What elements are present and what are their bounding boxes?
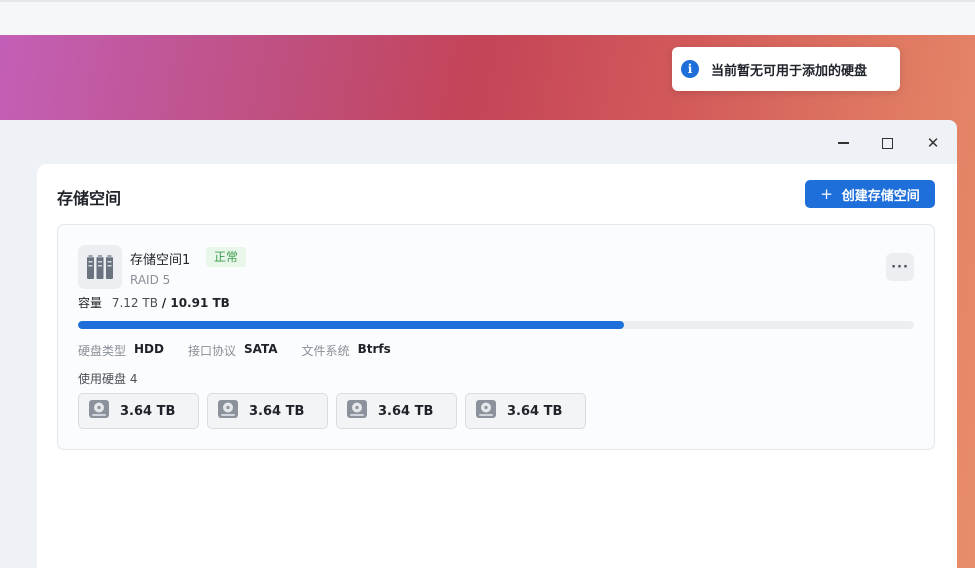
close-icon[interactable]: ✕	[922, 132, 944, 154]
capacity-row: 容量 7.12 TB / 10.91 TB	[78, 294, 230, 311]
disk-size: 3.64 TB	[120, 403, 176, 419]
hard-drive-icon	[88, 399, 110, 423]
disk-type-value: HDD	[134, 342, 164, 356]
maximize-icon[interactable]	[876, 132, 898, 154]
disk-item[interactable]: 3.64 TB	[78, 393, 199, 429]
filesystem-value: Btrfs	[357, 342, 391, 356]
capacity-label: 容量	[78, 296, 103, 310]
volume-properties: 硬盘类型 HDD 接口协议 SATA 文件系统 Btrfs	[78, 342, 415, 359]
plus-icon: +	[820, 185, 833, 203]
storage-volume-card[interactable]: 存储空间1 正常 RAID 5 ··· 容量 7.12 TB / 10.91 T…	[57, 224, 935, 450]
raid-level: RAID 5	[130, 273, 171, 287]
disk-type-label: 硬盘类型	[78, 344, 127, 358]
info-icon: i	[681, 60, 699, 78]
hard-drive-icon	[217, 399, 239, 423]
disk-item[interactable]: 3.64 TB	[465, 393, 586, 429]
create-storage-button[interactable]: + 创建存储空间	[805, 180, 935, 208]
server-icon	[78, 245, 122, 289]
volume-name: 存储空间1	[130, 253, 191, 268]
capacity-total: / 10.91 TB	[161, 296, 230, 310]
disk-size: 3.64 TB	[249, 403, 305, 419]
more-options-button[interactable]: ···	[886, 253, 914, 281]
page-title: 存储空间	[57, 189, 122, 208]
toast-message: 当前暂无可用于添加的硬盘	[711, 63, 868, 79]
storage-window: ✕ 存储空间 + 创建存储空间 存储空间1 正常 RAID 5 ··· 容量 7…	[0, 120, 957, 568]
hard-drive-icon	[475, 399, 497, 423]
interface-value: SATA	[244, 342, 278, 356]
hard-drive-icon	[346, 399, 368, 423]
minimize-icon[interactable]	[832, 132, 854, 154]
capacity-progress-bar	[78, 321, 914, 329]
disk-item[interactable]: 3.64 TB	[336, 393, 457, 429]
capacity-used: 7.12 TB	[111, 296, 158, 310]
top-bar	[0, 0, 975, 35]
disk-size: 3.64 TB	[378, 403, 434, 419]
disk-item[interactable]: 3.64 TB	[207, 393, 328, 429]
main-content: 存储空间 + 创建存储空间 存储空间1 正常 RAID 5 ··· 容量 7.1…	[37, 164, 957, 568]
create-storage-label: 创建存储空间	[841, 188, 920, 204]
interface-label: 接口协议	[187, 344, 236, 358]
disk-size: 3.64 TB	[507, 403, 563, 419]
filesystem-label: 文件系统	[301, 344, 350, 358]
disk-list: 3.64 TB 3.64 TB 3.64 TB 3.64 TB	[78, 393, 594, 429]
toast-notification: i 当前暂无可用于添加的硬盘	[672, 47, 900, 91]
disks-used-label: 使用硬盘 4	[78, 372, 138, 386]
status-badge: 正常	[206, 247, 247, 267]
capacity-progress-fill	[78, 321, 624, 329]
